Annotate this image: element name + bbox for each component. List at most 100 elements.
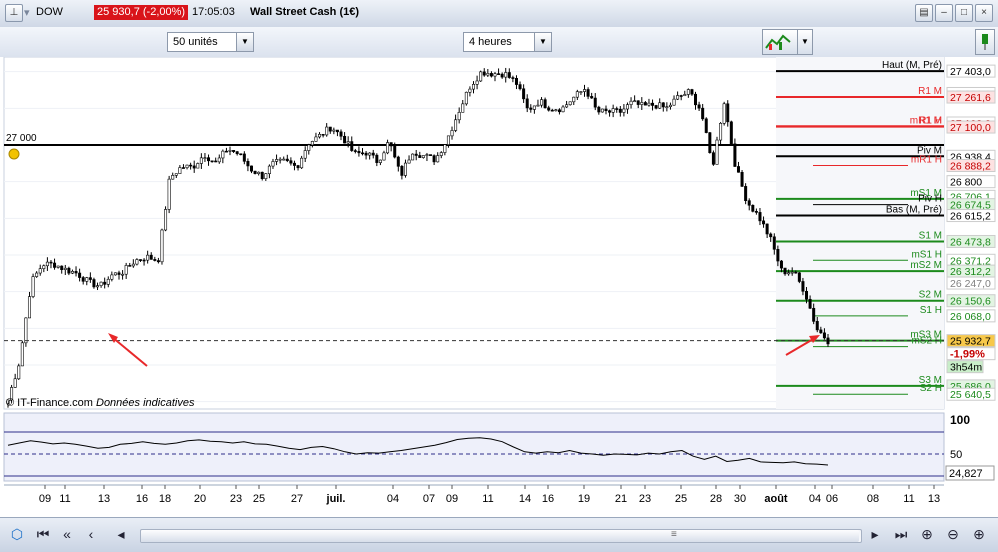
pivot-label: S2 H [920, 383, 942, 394]
candle-body [651, 102, 655, 106]
candle [479, 70, 483, 82]
candle-body [74, 271, 78, 274]
close-icon[interactable]: × [975, 4, 993, 22]
candle-body [131, 263, 135, 267]
candle [715, 136, 719, 165]
nav-back-icon[interactable]: ◂ [112, 525, 130, 543]
chevron-down-icon[interactable]: ▼ [236, 33, 253, 51]
nav-prev-icon[interactable]: ‹ [82, 525, 100, 543]
candle-body [500, 73, 504, 78]
nav-prev-page-icon[interactable]: « [58, 525, 76, 543]
settings-icon[interactable]: ▤ [915, 4, 933, 22]
candle-body [289, 160, 293, 164]
candle-body [547, 107, 551, 111]
candle-body [529, 107, 533, 110]
candle-body [608, 110, 612, 113]
chart-style-dropdown[interactable]: ▼ [797, 29, 813, 55]
candle-body [81, 277, 85, 282]
chart-style-button[interactable] [762, 29, 798, 55]
candle [729, 120, 733, 145]
candle-body [579, 91, 583, 93]
candle [751, 204, 755, 213]
candle-body [593, 97, 597, 108]
dropdown-icon[interactable]: ▾ [24, 6, 30, 19]
candle-body [278, 158, 282, 161]
candle [135, 258, 139, 266]
source-label: © IT-Finance.com [6, 397, 93, 409]
zoom-out-icon[interactable]: ⊖ [944, 525, 962, 543]
candle-body [67, 267, 71, 274]
time-scrollbar[interactable]: ≡ [140, 529, 862, 543]
candle-body [264, 173, 268, 179]
candle-body [654, 105, 658, 109]
candle-body [783, 267, 787, 275]
candle-body [20, 342, 24, 367]
candle-body [507, 72, 511, 78]
x-tick-label: 28 [710, 493, 722, 505]
candle-body [776, 249, 780, 262]
candle-body [135, 259, 139, 265]
nav-forward-icon[interactable]: ▸ [866, 525, 884, 543]
x-tick-label: 04 [809, 493, 821, 505]
maximize-icon[interactable]: □ [955, 4, 973, 22]
candle-body [486, 73, 490, 76]
nav-first-icon[interactable]: ⏮ [34, 525, 52, 543]
candle-body [536, 104, 540, 107]
indicator-icon[interactable]: ⊥ [5, 4, 23, 22]
candle-body [78, 272, 82, 278]
candle-body [429, 154, 433, 156]
candle-body [586, 89, 590, 97]
candle [253, 170, 257, 175]
candle-body [253, 170, 257, 174]
pin-button[interactable] [975, 29, 995, 55]
candle-body [217, 157, 221, 163]
x-tick-label: 27 [291, 493, 303, 505]
scroll-thumb[interactable] [141, 530, 859, 542]
candle-body [787, 272, 791, 275]
axis-label-text: 27 100,0 [950, 122, 991, 134]
candle-body [185, 164, 189, 169]
crosshair-icon[interactable]: ⊕ [918, 525, 936, 543]
x-tick-label: 16 [542, 493, 554, 505]
candle-body [96, 285, 100, 288]
candle-body [228, 150, 232, 152]
share-icon[interactable]: ⬡ [8, 525, 26, 543]
period-select-value: 4 heures [469, 36, 512, 48]
candle-body [328, 126, 332, 132]
zoom-in-icon[interactable]: ⊕ [970, 525, 988, 543]
minimize-icon[interactable]: – [935, 4, 953, 22]
nav-last-icon[interactable]: ⏭ [892, 525, 910, 543]
candle-body [181, 167, 185, 169]
candle [20, 340, 24, 367]
candle-body [275, 159, 279, 162]
candle-body [110, 274, 114, 280]
pivot-label: S1 M [919, 230, 942, 241]
period-select[interactable]: 4 heures ▼ [463, 32, 552, 52]
chart-toolbar: 50 unités ▼ 4 heures ▼ ▼ [0, 27, 998, 58]
candle-body [396, 156, 400, 167]
candle-body [403, 162, 407, 176]
candle-body [63, 267, 67, 270]
candle-body [779, 260, 783, 269]
candle-body [138, 259, 142, 261]
axis-label-text: 26 068,0 [950, 311, 991, 323]
candle-body [246, 161, 250, 167]
x-tick-label: 25 [675, 493, 687, 505]
candle-body [568, 101, 572, 106]
units-select[interactable]: 50 unités ▼ [167, 32, 254, 52]
candle-body [42, 265, 46, 269]
candle-body [99, 281, 103, 286]
pivot-label: S1 H [920, 305, 942, 316]
candle-body [339, 131, 343, 137]
scroll-grip: ≡ [671, 529, 677, 540]
candle-body [282, 158, 286, 161]
x-tick-label: 13 [928, 493, 940, 505]
pivot-label: mS1 H [911, 249, 942, 260]
candle-body [822, 332, 826, 339]
candle-body [815, 321, 819, 331]
chevron-down-icon[interactable]: ▼ [534, 33, 551, 51]
x-tick-label: 20 [194, 493, 206, 505]
price-chart[interactable]: 27 000 Haut (M, Pré)R1 MR1 HmR1 MPiv MmR… [0, 57, 998, 517]
candle-body [45, 261, 49, 267]
bell-icon[interactable] [8, 148, 20, 160]
